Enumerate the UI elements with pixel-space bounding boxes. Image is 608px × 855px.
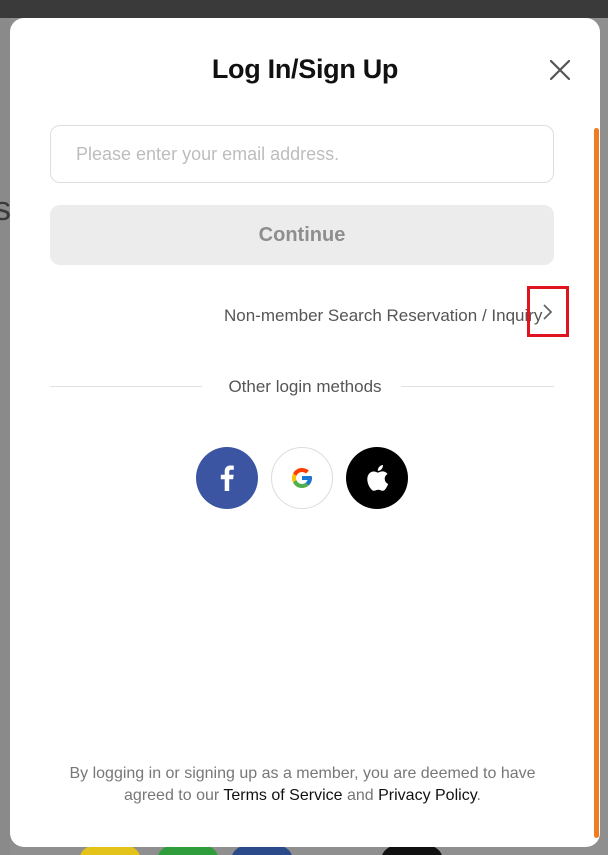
chevron-right-icon <box>543 303 553 320</box>
email-input[interactable] <box>50 125 554 183</box>
login-modal: Log In/Sign Up Continue Non-member Searc… <box>10 18 600 847</box>
apple-login-button[interactable] <box>346 447 408 509</box>
terms-notice-period: . <box>476 787 481 804</box>
apple-icon <box>367 465 389 491</box>
nonmember-reservation-label: Non-member Search Reservation / Inquiry <box>224 306 543 325</box>
close-icon <box>549 59 571 81</box>
nonmember-reservation-link[interactable]: Non-member Search Reservation / Inquiry <box>224 302 542 330</box>
modal-title: Log In/Sign Up <box>211 54 399 84</box>
nonmember-chevron-button[interactable] <box>527 286 569 337</box>
other-login-methods-label: Other login methods <box>228 377 382 396</box>
continue-button[interactable]: Continue <box>50 205 554 265</box>
terms-notice-and: and <box>342 787 379 804</box>
google-login-button[interactable] <box>271 447 333 509</box>
close-button[interactable] <box>545 55 575 85</box>
privacy-policy-link[interactable]: Privacy Policy <box>378 787 476 804</box>
background-page-edge <box>0 18 10 855</box>
terms-of-service-link[interactable]: Terms of Service <box>223 787 342 804</box>
terms-notice: By logging in or signing up as a member,… <box>50 763 555 807</box>
google-icon <box>292 468 312 488</box>
background-top-bar <box>0 0 608 18</box>
divider-right <box>401 386 554 387</box>
scrollbar[interactable] <box>594 128 599 838</box>
facebook-icon <box>220 465 234 491</box>
facebook-login-button[interactable] <box>196 447 258 509</box>
